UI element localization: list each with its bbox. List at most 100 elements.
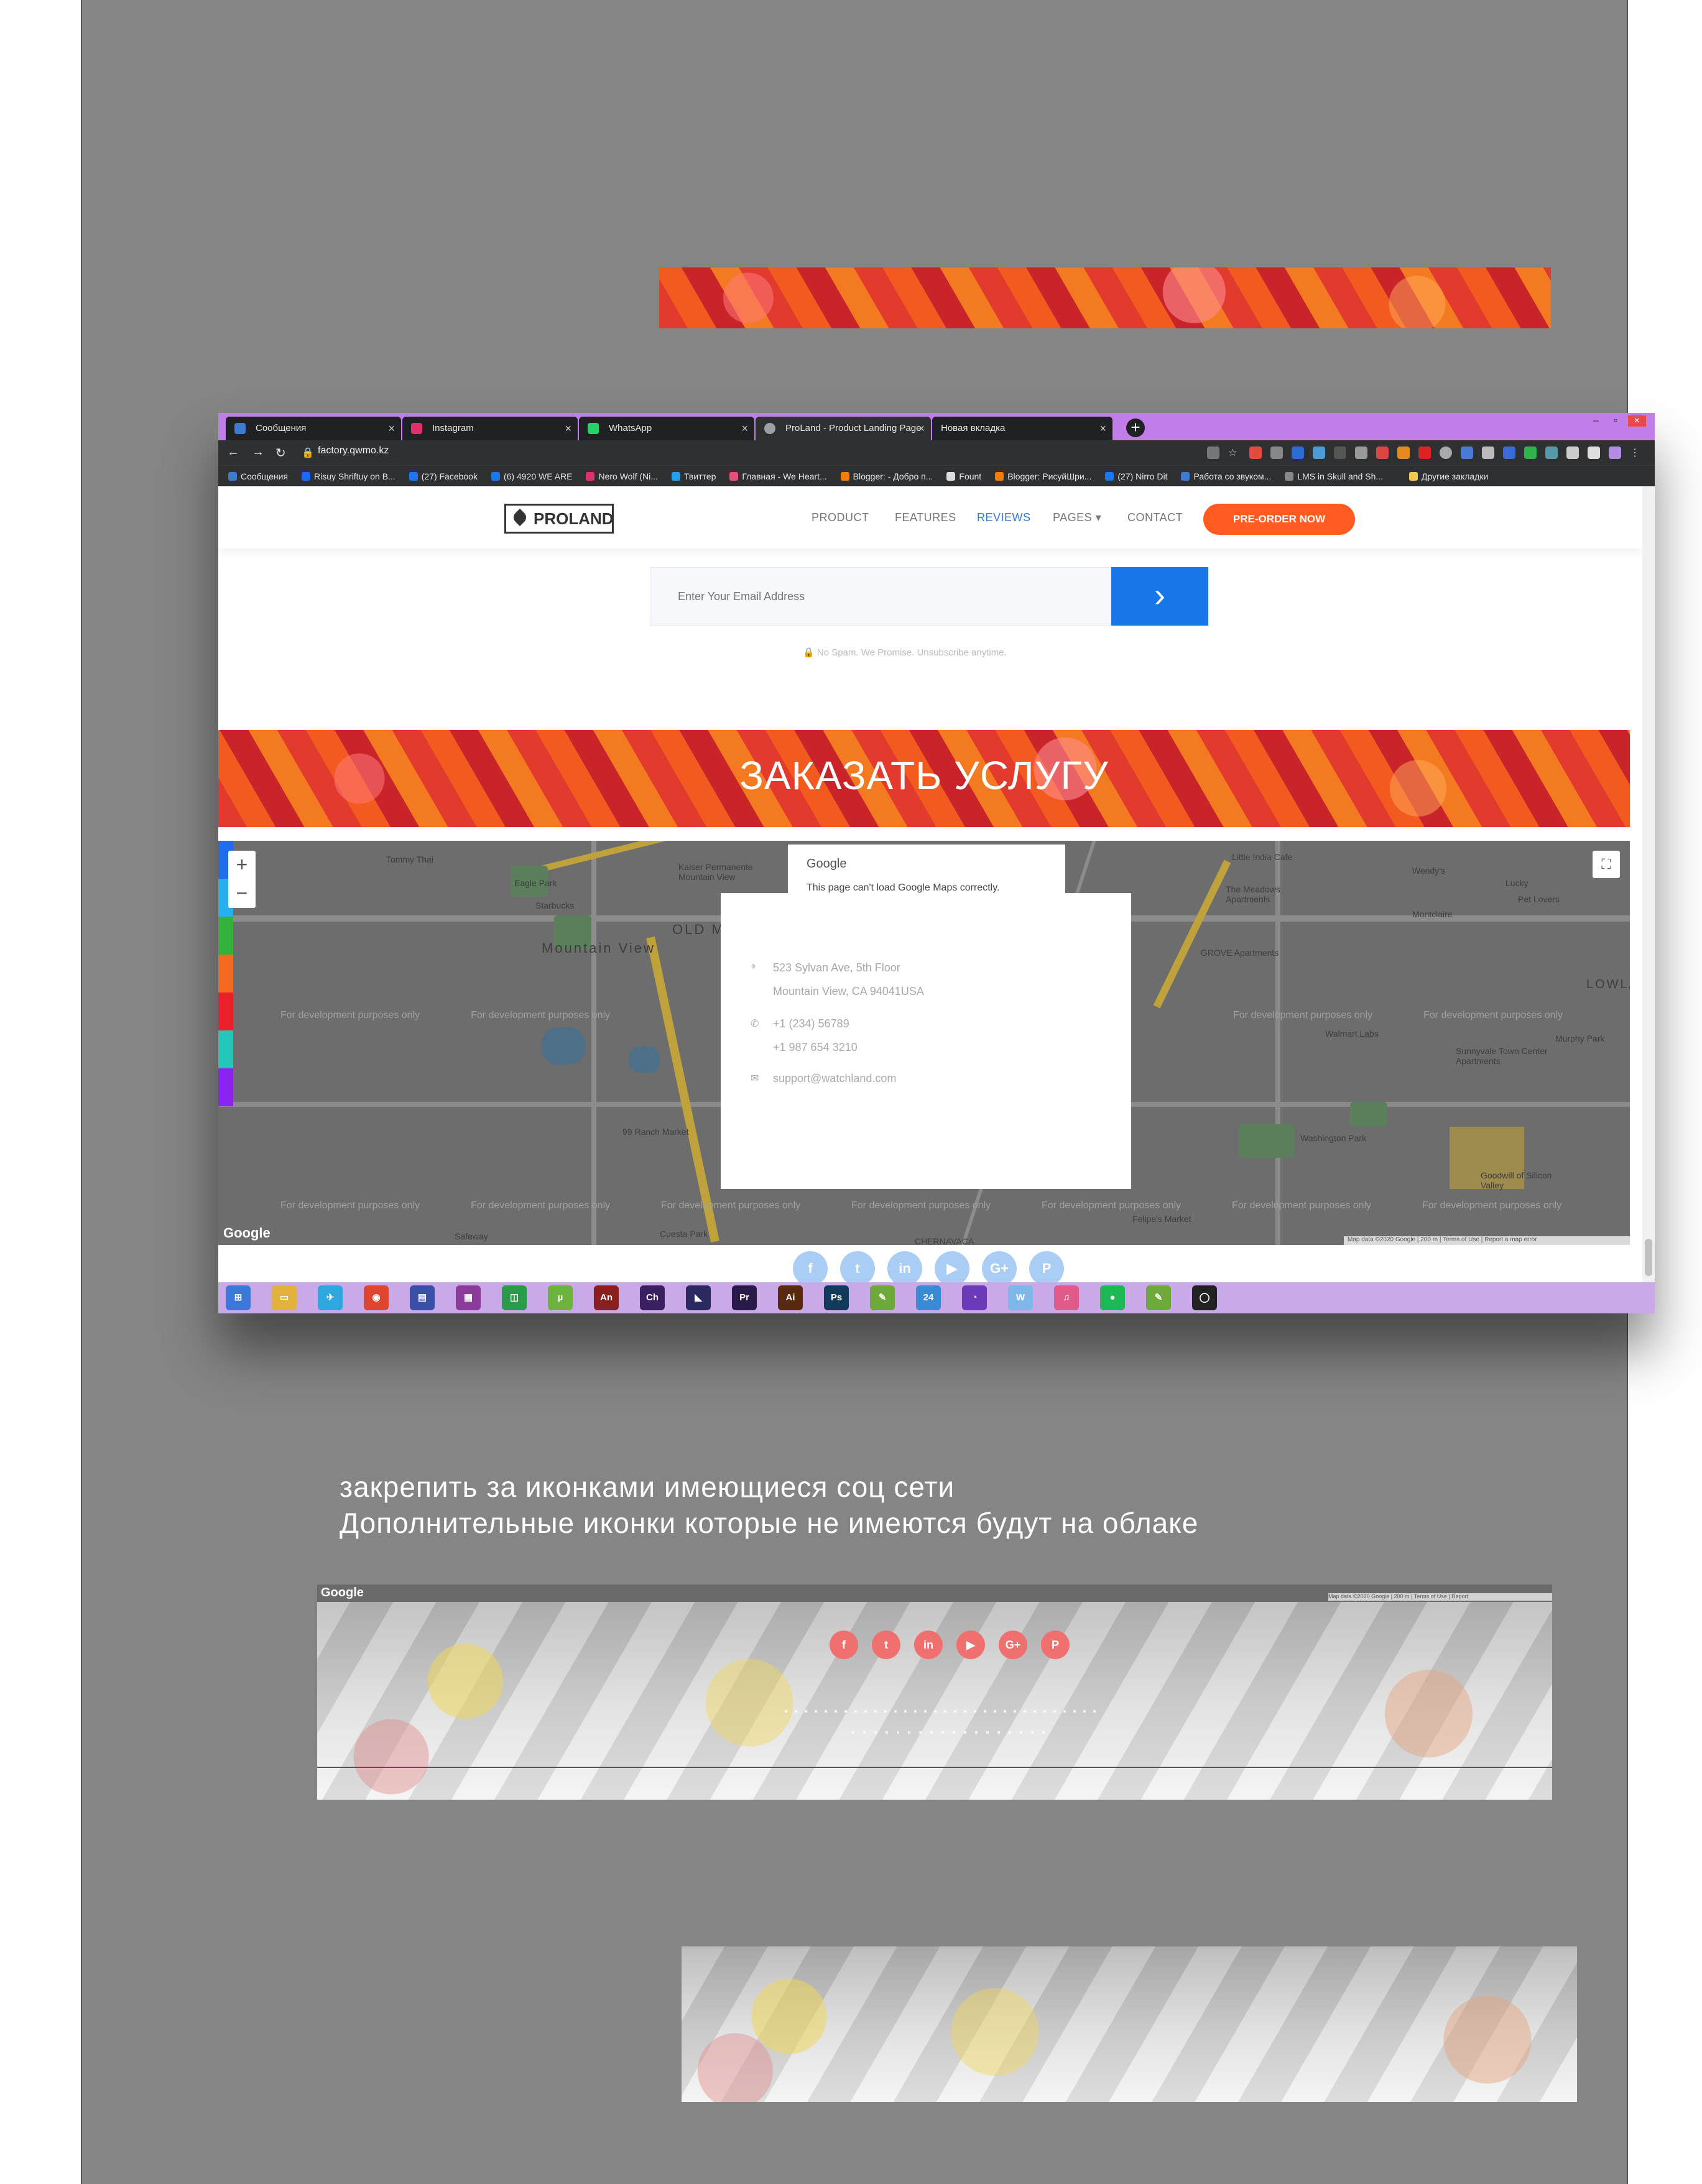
translate-icon[interactable] [1207, 447, 1219, 459]
nav-features[interactable]: FEATURES [895, 511, 956, 524]
forward-icon[interactable]: → [252, 445, 264, 460]
extension-icon[interactable] [1334, 447, 1346, 459]
subscribe-button[interactable]: › [1111, 567, 1208, 626]
google-plus-icon[interactable]: G+ [999, 1631, 1027, 1659]
extension-icon[interactable] [1461, 447, 1473, 459]
bookmark[interactable]: Fount [946, 471, 981, 481]
extension-icon[interactable] [1313, 447, 1325, 459]
tab-instagram[interactable]: Instagram × [402, 417, 578, 440]
app-icon[interactable]: ✎ [870, 1285, 895, 1310]
bookmark[interactable]: Твиттер [671, 471, 716, 481]
start-icon[interactable]: ⊞ [226, 1285, 251, 1310]
app-icon[interactable]: 24 [916, 1285, 941, 1310]
google-plus-icon[interactable]: G+ [982, 1251, 1017, 1286]
tab-whatsapp[interactable]: WhatsApp × [579, 417, 754, 440]
extension-icon[interactable] [1355, 447, 1367, 459]
tab-proland[interactable]: ProLand - Product Landing Page × [756, 417, 931, 440]
illustrator-icon[interactable]: Ai [778, 1285, 803, 1310]
premiere-icon[interactable]: Pr [732, 1285, 757, 1310]
youtube-icon[interactable]: ▶ [935, 1251, 969, 1286]
close-icon[interactable]: × [1099, 417, 1106, 440]
close-icon[interactable]: × [918, 417, 925, 440]
linkedin-icon[interactable]: in [887, 1251, 922, 1286]
email-input[interactable] [650, 568, 1111, 625]
chrome-icon[interactable]: ◉ [364, 1285, 389, 1310]
youtube-icon[interactable]: ▶ [956, 1631, 985, 1659]
tab-messages[interactable]: Сообщения × [226, 417, 401, 440]
pre-order-button[interactable]: PRE-ORDER NOW [1203, 504, 1355, 535]
bookmark[interactable]: Сообщения [228, 471, 288, 481]
bookmark[interactable]: (27) Facebook [409, 471, 478, 481]
maximize-icon[interactable]: ▫ [1614, 415, 1617, 427]
app-icon[interactable]: ◔ [962, 1285, 987, 1310]
bookmark[interactable]: Nero Wolf (Ni... [586, 471, 658, 481]
bookmark[interactable]: Работа со звуком... [1181, 471, 1271, 481]
itunes-icon[interactable]: ♫ [1054, 1285, 1079, 1310]
fullscreen-icon[interactable]: ⛶ [1593, 851, 1620, 878]
bookmark[interactable]: Главная - We Heart... [729, 471, 827, 481]
photoshop-icon[interactable]: Ps [824, 1285, 849, 1310]
nav-contact[interactable]: CONTACT [1127, 511, 1183, 524]
linkedin-icon[interactable]: in [914, 1631, 943, 1659]
app-icon[interactable]: W [1008, 1285, 1033, 1310]
email-field[interactable] [650, 567, 1111, 626]
bookmark[interactable]: (27) Nirro Dit [1105, 471, 1167, 481]
zoom-in-icon[interactable]: + [228, 851, 256, 879]
profile-icon[interactable] [1609, 447, 1621, 459]
utorrent-icon[interactable]: µ [548, 1285, 573, 1310]
telegram-icon[interactable]: ✈ [318, 1285, 343, 1310]
app-icon[interactable]: ◯ [1192, 1285, 1217, 1310]
url-field[interactable]: factory.qwmo.kz [318, 445, 389, 456]
app-icon[interactable]: ▤ [410, 1285, 435, 1310]
new-tab-button[interactable]: + [1126, 419, 1145, 437]
extension-icon[interactable] [1397, 447, 1410, 459]
facebook-icon[interactable]: f [793, 1251, 828, 1286]
bookmark[interactable]: Blogger: - Добро п... [840, 471, 933, 481]
adblock-icon[interactable] [1418, 447, 1431, 459]
extension-icon[interactable] [1545, 447, 1558, 459]
facebook-icon[interactable]: f [830, 1631, 858, 1659]
animate-icon[interactable]: An [594, 1285, 619, 1310]
map[interactable]: Tommy Thai Eagle Park Starbucks Kaiser P… [218, 841, 1630, 1245]
tab-new[interactable]: Новая вкладка × [932, 417, 1112, 440]
nav-reviews[interactable]: REVIEWS [977, 511, 1031, 524]
back-icon[interactable]: ← [227, 445, 239, 460]
order-banner[interactable]: ЗАКАЗАТЬ УСЛУГУ [218, 730, 1630, 827]
minimize-icon[interactable]: – [1593, 415, 1599, 427]
menu-dots-icon[interactable]: ⋮ [1630, 447, 1642, 459]
app-icon[interactable]: ◣ [686, 1285, 711, 1310]
bookmark-folder[interactable]: Другие закладки [1409, 471, 1488, 481]
app-icon[interactable]: ✎ [1146, 1285, 1171, 1310]
scrollbar-thumb[interactable] [1645, 1239, 1652, 1276]
extension-icon[interactable] [1482, 447, 1494, 459]
drive-icon[interactable] [1524, 447, 1537, 459]
extension-icon[interactable] [1376, 447, 1389, 459]
extension-icon[interactable] [1249, 447, 1262, 459]
extension-icon[interactable] [1292, 447, 1304, 459]
close-icon[interactable]: × [741, 417, 748, 440]
bookmark[interactable]: (6) 4920 WE ARE [491, 471, 572, 481]
nav-pages[interactable]: PAGES ▾ [1053, 511, 1101, 524]
pinterest-icon[interactable]: P [1041, 1631, 1070, 1659]
pinterest-icon[interactable]: P [1029, 1251, 1064, 1286]
file-explorer-icon[interactable]: ▭ [272, 1285, 297, 1310]
logo[interactable]: PROLAND [504, 504, 614, 534]
close-icon[interactable]: × [565, 417, 571, 440]
twitter-icon[interactable]: t [840, 1251, 875, 1286]
phone-2[interactable]: +1 987 654 3210 [773, 1041, 858, 1054]
bookmark[interactable]: Risuy Shriftuy on B... [301, 471, 395, 481]
zoom-out-icon[interactable]: − [228, 879, 256, 908]
close-window-icon[interactable]: × [1627, 415, 1646, 427]
app-icon[interactable]: ◫ [502, 1285, 527, 1310]
puzzle-icon[interactable] [1588, 447, 1600, 459]
bookmark[interactable]: LMS in Skull and Sh... [1285, 471, 1383, 481]
support-email[interactable]: support@watchland.com [773, 1072, 896, 1085]
reload-icon[interactable]: ↻ [275, 445, 286, 461]
star-icon[interactable]: ☆ [1228, 447, 1241, 459]
extension-icon[interactable] [1566, 447, 1579, 459]
bookmark[interactable]: Blogger: РисуйШри... [995, 471, 1091, 481]
winrar-icon[interactable]: ▦ [456, 1285, 481, 1310]
close-icon[interactable]: × [388, 417, 395, 440]
phone-1[interactable]: +1 (234) 56789 [773, 1017, 849, 1030]
extension-icon[interactable] [1440, 447, 1452, 459]
